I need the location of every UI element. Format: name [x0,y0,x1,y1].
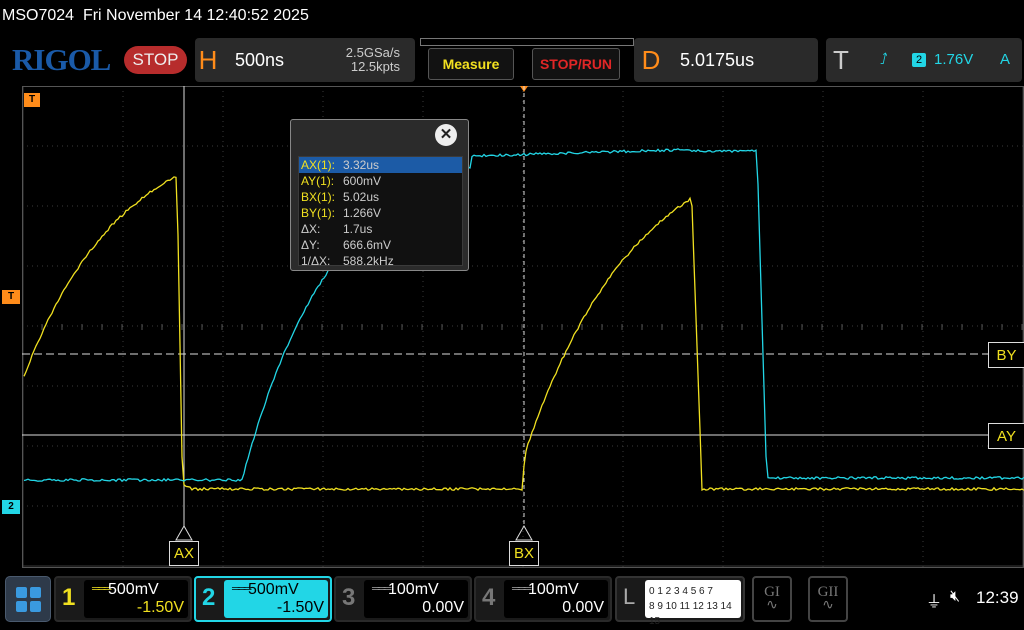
measure-row[interactable]: ΔX: 1.7us [299,221,462,237]
logic-analyzer-panel[interactable]: L 0 1 2 3 4 5 6 7 8 9 10 11 12 13 14 15 [615,576,745,622]
measure-value: 1.7us [343,222,372,236]
rigol-logo: RIGOL [12,42,110,78]
horizontal-letter: H [195,38,221,82]
channel-4-panel[interactable]: 4 ═══ 100mV 0.00V [474,576,612,622]
trigger-panel[interactable]: T ⭜ 2 1.76V A [826,38,1022,82]
wave-icon: ∿ [754,601,790,611]
measure-row[interactable]: BY(1): 1.266V [299,205,462,221]
channel-number: 2 [202,584,215,612]
measure-row[interactable]: AX(1): 3.32us [299,157,462,173]
measure-value: 5.02us [343,190,379,204]
measure-value: 666.6mV [343,238,391,252]
vertical-offset: 0.00V [422,599,464,617]
cursor-ax-pointer [176,526,192,540]
measure-value: 600mV [343,174,381,188]
bottom-toolbar: 1 ═══ 500mV -1.50V 2 ═══ 500mV -1.50V 3 ═══ 100mV 0… [0,572,1024,630]
vertical-scale: 100mV [528,581,579,599]
cursor-readout-list: AX(1): 3.32us AY(1): 600mV BX(1): 5.02us BY(1)… [298,156,463,266]
status-line: MSO7024 Fri November 14 12:40:52 2025 [0,0,1024,32]
vertical-offset: -1.50V [137,599,184,617]
measure-label: AY(1): [301,173,343,189]
waveform-canvas [22,86,1024,568]
measure-button[interactable]: Measure [428,48,514,80]
measure-label: ΔX: [301,221,343,237]
measure-value: 3.32us [343,158,379,172]
vertical-scale: 100mV [388,581,439,599]
cursor-bx-label[interactable]: BX [509,541,539,566]
measure-label: BY(1): [301,205,343,221]
memory-position-bar [420,38,634,46]
vertical-offset: 0.00V [562,599,604,617]
main-menu-button[interactable] [5,576,51,622]
memory-depth: 12.5kpts [315,60,400,74]
channel-number: 1 [62,584,75,612]
cursor-bx-pointer [516,526,532,540]
measure-label: AX(1): [301,157,343,173]
measure-row[interactable]: AY(1): 600mV [299,173,462,189]
close-icon[interactable]: ✕ [435,124,457,146]
channel-2-panel[interactable]: 2 ═══ 500mV -1.50V [194,576,332,622]
channel-number: 3 [342,584,355,612]
run-state-badge[interactable]: STOP [124,46,187,74]
dc-coupling-icon: ═══ [92,583,109,595]
timebase-value: 500ns [235,50,284,71]
datetime: Fri November 14 12:40:52 2025 [83,7,309,24]
channel-3-panel[interactable]: 3 ═══ 100mV 0.00V [334,576,472,622]
cursor-by-label[interactable]: BY [988,342,1024,368]
channel2-offset-marker[interactable]: 2 [2,500,20,514]
measure-value: 588.2kHz [343,254,394,268]
trigger-source: 2 [912,53,926,67]
dc-coupling-icon: ═══ [232,583,249,595]
waveform-display[interactable] [22,86,1024,568]
measure-value: 1.266V [343,206,381,220]
speaker-muted-icon[interactable]: 🔇︎ [950,588,960,606]
decoder-2-button[interactable]: GII ∿ [808,576,848,622]
stop-run-button[interactable]: STOP/RUN [532,48,620,80]
dc-coupling-icon: ═══ [372,583,389,595]
trigger-level: 1.76V [934,51,973,68]
cursor-ay-label[interactable]: AY [988,423,1024,449]
trigger-level-marker[interactable]: T [2,290,20,304]
logic-letter: L [623,584,635,610]
delay-panel[interactable]: D 5.0175us [634,38,818,82]
top-toolbar: RIGOL STOP H 500ns 2.5GSa/s 12.5kpts Mea… [0,34,1024,86]
cursor-ax-label[interactable]: AX [169,541,199,566]
wave-icon: ∿ [810,601,846,611]
channel-number: 4 [482,584,495,612]
vertical-offset: -1.50V [277,599,324,617]
model-name: MSO7024 [2,7,74,24]
measure-row[interactable]: 1/ΔX: 588.2kHz [299,253,462,269]
channel-1-panel[interactable]: 1 ═══ 500mV -1.50V [54,576,192,622]
rising-edge-icon: ⭜ [880,50,888,68]
dc-coupling-icon: ═══ [512,583,529,595]
vertical-scale: 500mV [248,581,299,599]
usb-icon[interactable]: ⏚ [926,588,942,612]
measure-row[interactable]: ΔY: 666.6mV [299,237,462,253]
delay-value: 5.0175us [680,50,754,71]
measure-label: ΔY: [301,237,343,253]
trigger-letter: T [828,38,854,82]
measure-label: 1/ΔX: [301,253,343,269]
sample-rate: 2.5GSa/s [315,46,400,60]
decoder-1-button[interactable]: GI ∿ [752,576,792,622]
clock: 12:39 [976,588,1019,608]
trigger-mode: A [1000,51,1010,68]
logic-channels-high: 8 9 10 11 12 13 14 15 [649,599,737,629]
horizontal-panel[interactable]: H 500ns 2.5GSa/s 12.5kpts [195,38,415,82]
cursor-measure-popup: ✕ AX(1): 3.32us AY(1): 600mV BX(1): 5.02us BY(… [290,119,469,271]
measure-label: BX(1): [301,189,343,205]
measure-row[interactable]: BX(1): 5.02us [299,189,462,205]
delay-letter: D [638,38,664,82]
vertical-scale: 500mV [108,581,159,599]
logic-channels-low: 0 1 2 3 4 5 6 7 [649,584,737,599]
